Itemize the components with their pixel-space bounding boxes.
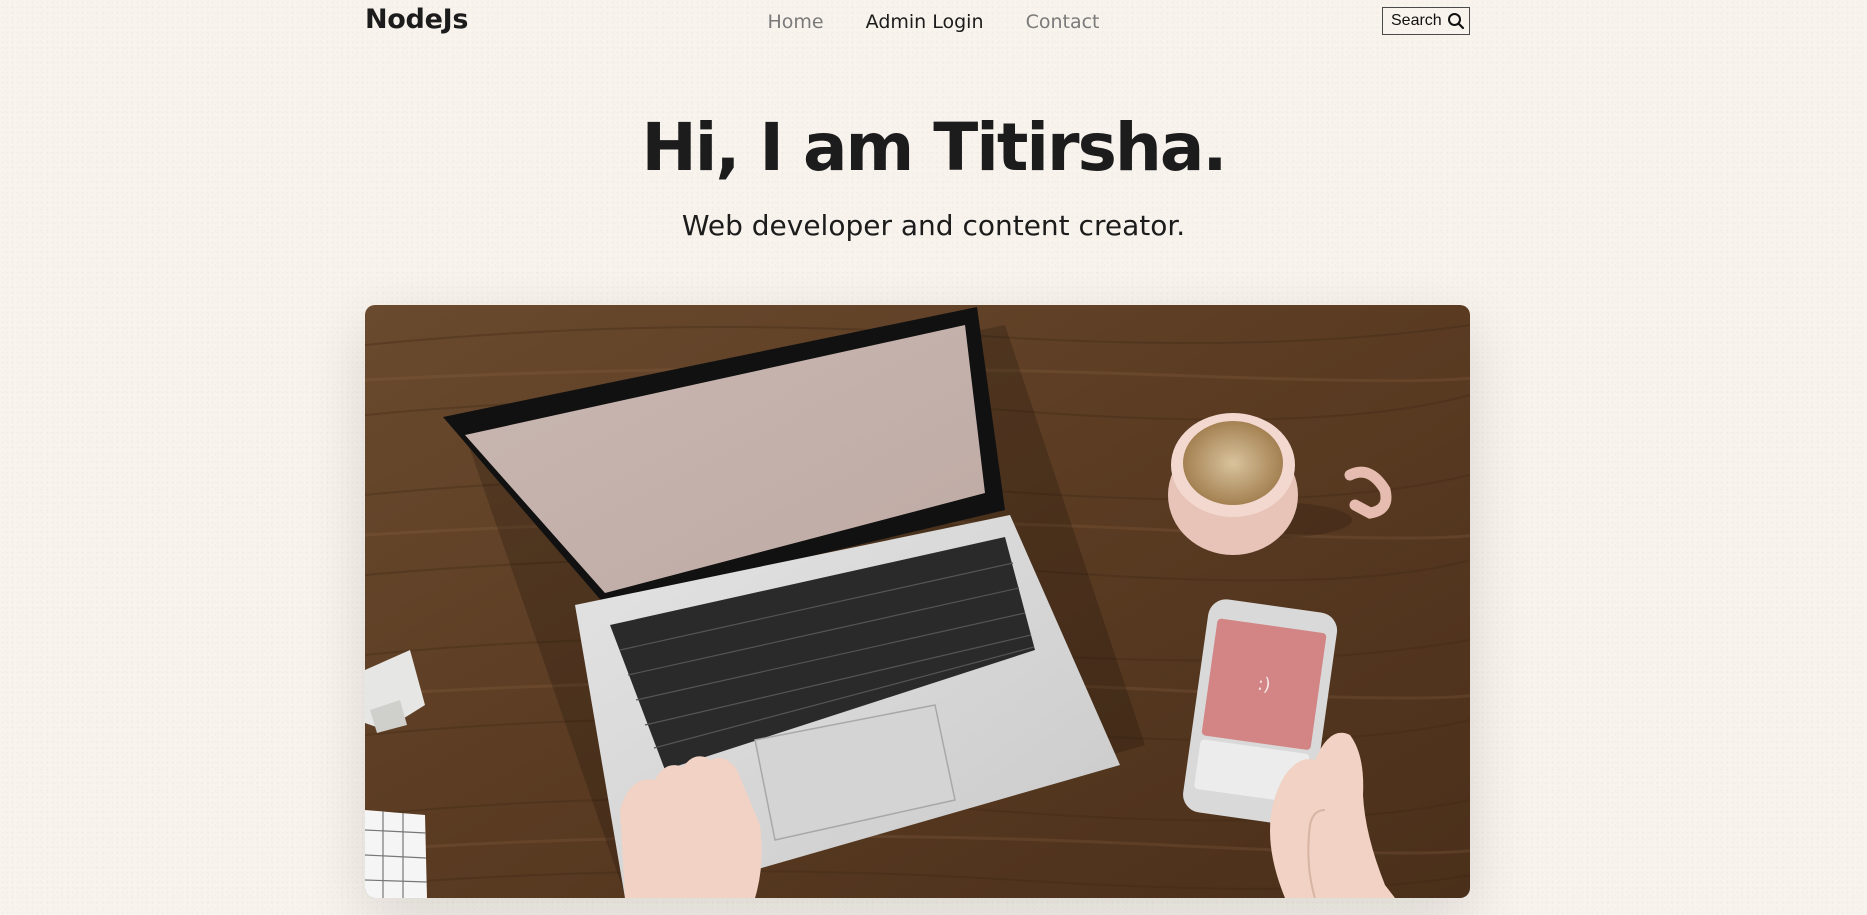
- grid-notebook: [365, 810, 428, 898]
- nav-admin-login-link[interactable]: Admin Login: [866, 10, 984, 34]
- search-button[interactable]: Search: [1382, 7, 1470, 35]
- hero-subtitle: Web developer and content creator.: [681, 209, 1186, 242]
- search-icon: [1447, 12, 1465, 30]
- nav-home-link[interactable]: Home: [768, 10, 824, 34]
- nav-contact-link[interactable]: Contact: [1026, 10, 1100, 34]
- site-header: NodeJs Home Admin Login Contact Search: [0, 0, 1867, 44]
- hero-title: Hi, I am Titirsha.: [641, 109, 1228, 186]
- hero-image: :): [365, 305, 1470, 898]
- main-nav: Home Admin Login Contact: [0, 10, 1867, 34]
- search-button-label: Search: [1391, 12, 1442, 29]
